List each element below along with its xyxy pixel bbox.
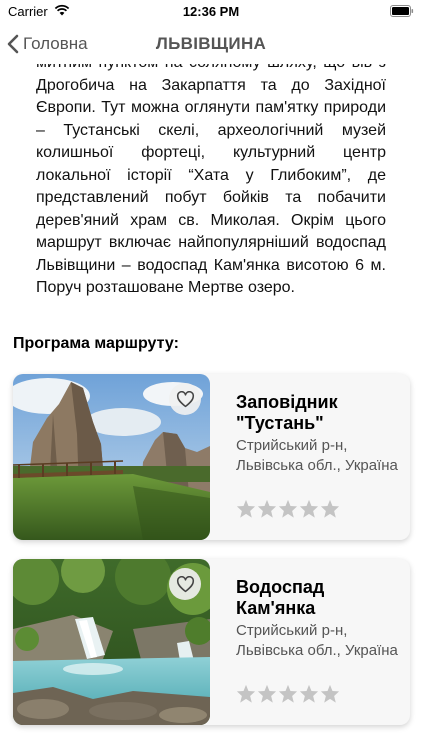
star-rating[interactable] <box>236 499 341 518</box>
route-card-kamianka[interactable]: Водоспад Кам'янка Стрийський р-н, Львівс… <box>13 559 410 725</box>
star-icon[interactable] <box>320 684 340 703</box>
star-rating[interactable] <box>236 684 341 703</box>
route-card-tustan[interactable]: Заповідник "Тустань" Стрийський р-н, Льв… <box>13 374 410 540</box>
card-location: Стрийський р-н, Львівська обл., Україна <box>236 437 398 474</box>
card-image-tustan <box>13 374 210 540</box>
route-description: митним пунктом на соляному шляху, що вів… <box>36 54 386 296</box>
star-icon[interactable] <box>278 499 298 518</box>
status-bar: Carrier 12:36 PM <box>0 0 422 24</box>
battery-icon <box>390 5 414 17</box>
scroll-content[interactable]: митним пунктом на соляному шляху, що вів… <box>0 52 422 750</box>
heart-outline-icon <box>176 575 194 592</box>
star-icon[interactable] <box>236 499 256 518</box>
star-icon[interactable] <box>299 684 319 703</box>
star-icon[interactable] <box>320 499 340 518</box>
star-icon[interactable] <box>278 684 298 703</box>
navigation-bar: Головна ЛЬВІВЩИНА <box>0 24 422 64</box>
star-icon[interactable] <box>257 499 277 518</box>
card-title: Водоспад Кам'янка <box>236 577 325 618</box>
status-time: 12:36 PM <box>182 4 240 19</box>
program-heading: Програма маршруту: <box>13 335 179 352</box>
star-icon[interactable] <box>257 684 277 703</box>
card-title: Заповідник "Тустань" <box>236 392 338 433</box>
heart-outline-icon <box>176 390 194 407</box>
page-title: ЛЬВІВЩИНА <box>155 34 267 53</box>
favorite-button[interactable] <box>169 383 201 415</box>
card-location: Стрийський р-н, Львівська обл., Україна <box>236 622 398 659</box>
star-icon[interactable] <box>236 684 256 703</box>
card-image-kamianka <box>13 559 210 725</box>
favorite-button[interactable] <box>169 568 201 600</box>
star-icon[interactable] <box>299 499 319 518</box>
